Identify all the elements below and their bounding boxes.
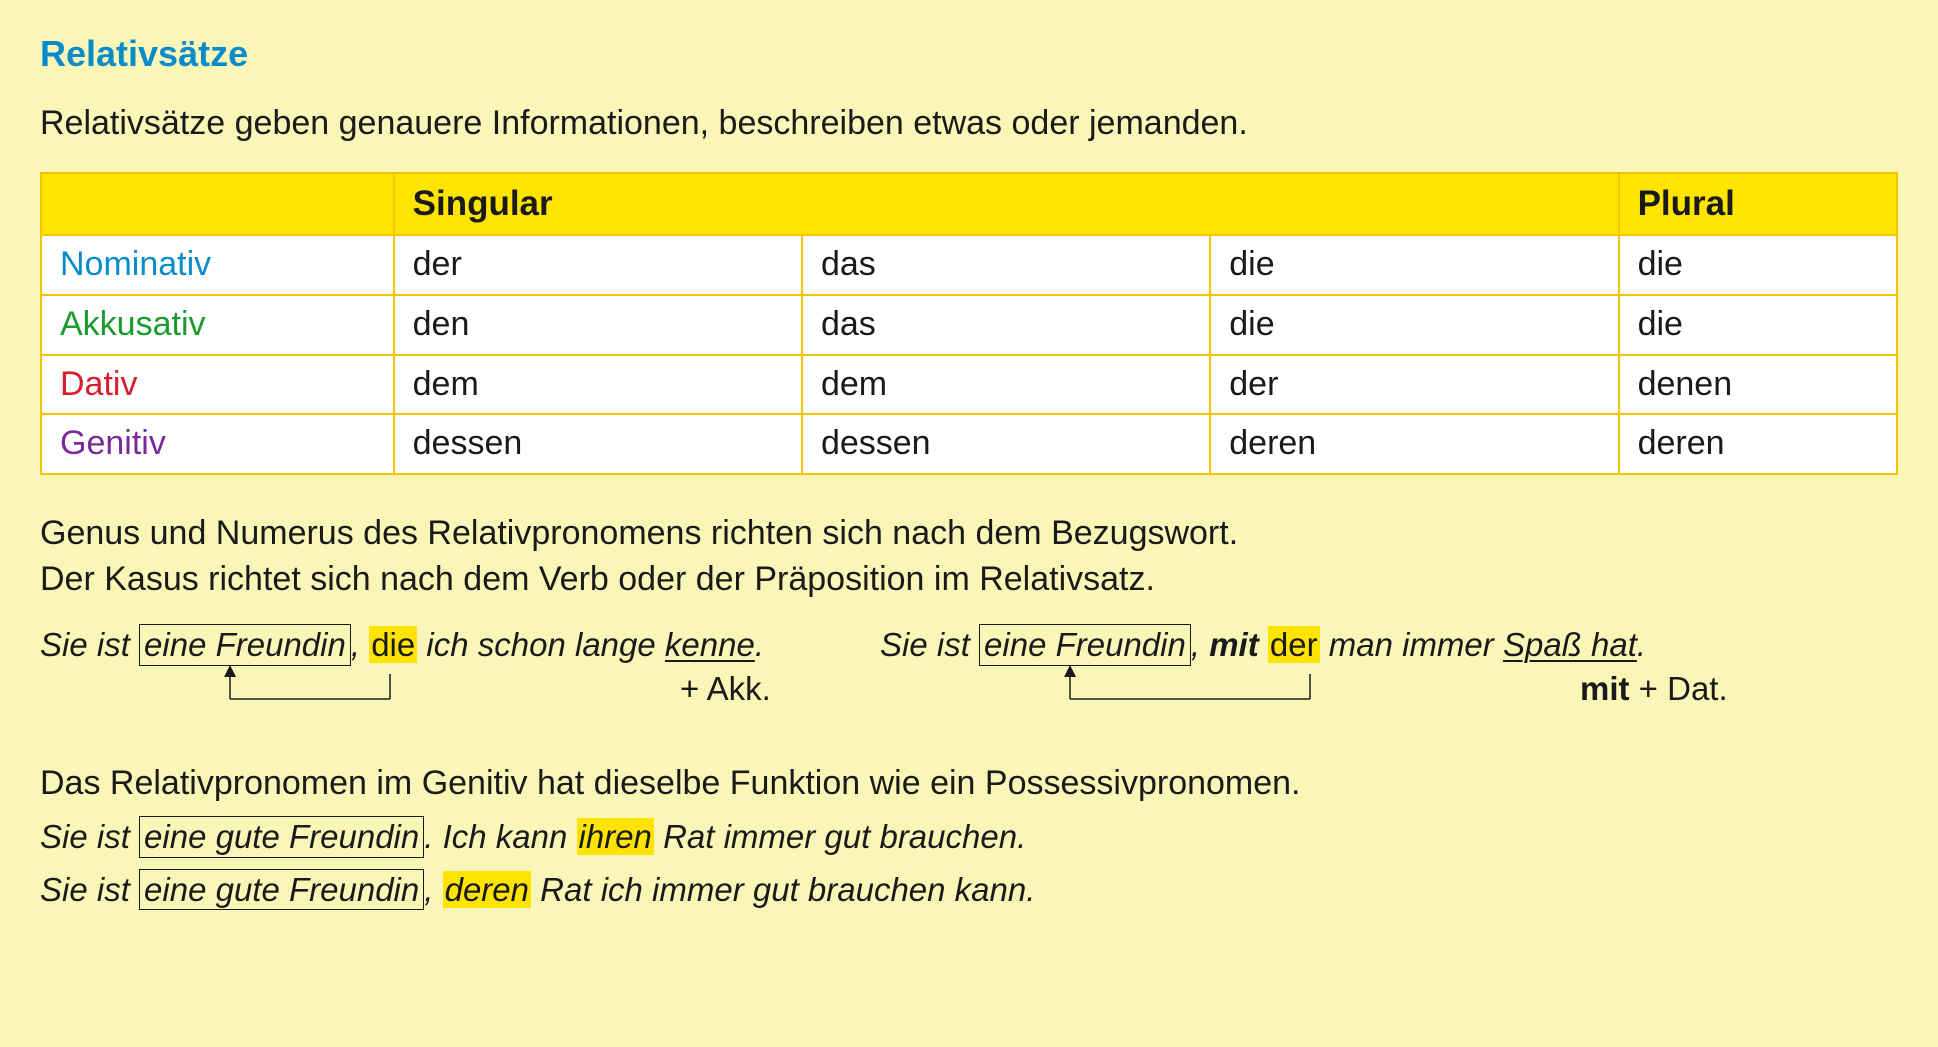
example-text: Sie ist eine Freundin, die ich schon lan… (40, 626, 764, 663)
table-row-akkusativ: Akkusativ den das die die (41, 295, 1897, 355)
reference-arrow-icon (880, 659, 1360, 729)
cell: deren (1210, 414, 1618, 474)
cell: den (394, 295, 802, 355)
example-text: Sie ist eine Freundin, mit der man immer… (880, 626, 1646, 663)
cell: der (394, 235, 802, 295)
table-header-row: Singular Plural (41, 173, 1897, 234)
header-plural: Plural (1619, 173, 1897, 234)
table-row-nominativ: Nominativ der das die die (41, 235, 1897, 295)
verb-underline: Spaß hat (1503, 626, 1637, 663)
relative-pronoun-genitiv: deren (443, 871, 531, 908)
section-title: Relativsätze (40, 30, 1898, 79)
cell: die (1619, 295, 1897, 355)
cell: die (1210, 235, 1618, 295)
header-empty (41, 173, 394, 234)
cell: deren (1619, 414, 1897, 474)
table-row-dativ: Dativ dem dem der denen (41, 355, 1897, 415)
example-sentence-1: Sie ist eine Freundin, die ich schon lan… (40, 623, 820, 733)
genitiv-section: Das Relativpronomen im Genitiv hat diese… (40, 761, 1898, 912)
example-sentence-2: Sie ist eine Freundin, mit der man immer… (880, 623, 1780, 733)
cell: die (1619, 235, 1897, 295)
examples-row: Sie ist eine Freundin, die ich schon lan… (40, 623, 1898, 733)
cell: dessen (394, 414, 802, 474)
case-annotation: mit + Dat. (1580, 667, 1728, 712)
relative-pronoun: der (1268, 626, 1320, 663)
cell: die (1210, 295, 1618, 355)
case-label-akkusativ: Akkusativ (41, 295, 394, 355)
cell: denen (1619, 355, 1897, 415)
rule-paragraph-2: Das Relativpronomen im Genitiv hat diese… (40, 761, 1898, 807)
case-annotation: + Akk. (680, 667, 771, 712)
verb-underline: kenne (665, 626, 755, 663)
header-singular: Singular (394, 173, 1619, 234)
rule-line: Genus und Numerus des Relativpronomens r… (40, 511, 1898, 557)
cell: dem (802, 355, 1210, 415)
antecedent-box: eine gute Freundin (139, 816, 424, 858)
cell: dem (394, 355, 802, 415)
example-sentence-4: Sie ist eine gute Freundin, deren Rat ic… (40, 868, 1898, 913)
antecedent-box: eine gute Freundin (139, 869, 424, 911)
possessive-pronoun: ihren (577, 818, 654, 855)
intro-text: Relativsätze geben genauere Informatione… (40, 101, 1898, 147)
relative-pronoun: die (369, 626, 417, 663)
cell: das (802, 295, 1210, 355)
case-label-dativ: Dativ (41, 355, 394, 415)
case-label-genitiv: Genitiv (41, 414, 394, 474)
cell: dessen (802, 414, 1210, 474)
table-row-genitiv: Genitiv dessen dessen deren deren (41, 414, 1897, 474)
cell: der (1210, 355, 1618, 415)
example-sentence-3: Sie ist eine gute Freundin. Ich kann ihr… (40, 815, 1898, 860)
rule-paragraph-1: Genus und Numerus des Relativpronomens r… (40, 511, 1898, 603)
preposition-bold: mit (1209, 626, 1259, 663)
reference-arrow-icon (40, 659, 440, 729)
case-label-nominativ: Nominativ (41, 235, 394, 295)
relative-pronouns-table: Singular Plural Nominativ der das die di… (40, 172, 1898, 475)
cell: das (802, 235, 1210, 295)
rule-line: Der Kasus richtet sich nach dem Verb ode… (40, 557, 1898, 603)
